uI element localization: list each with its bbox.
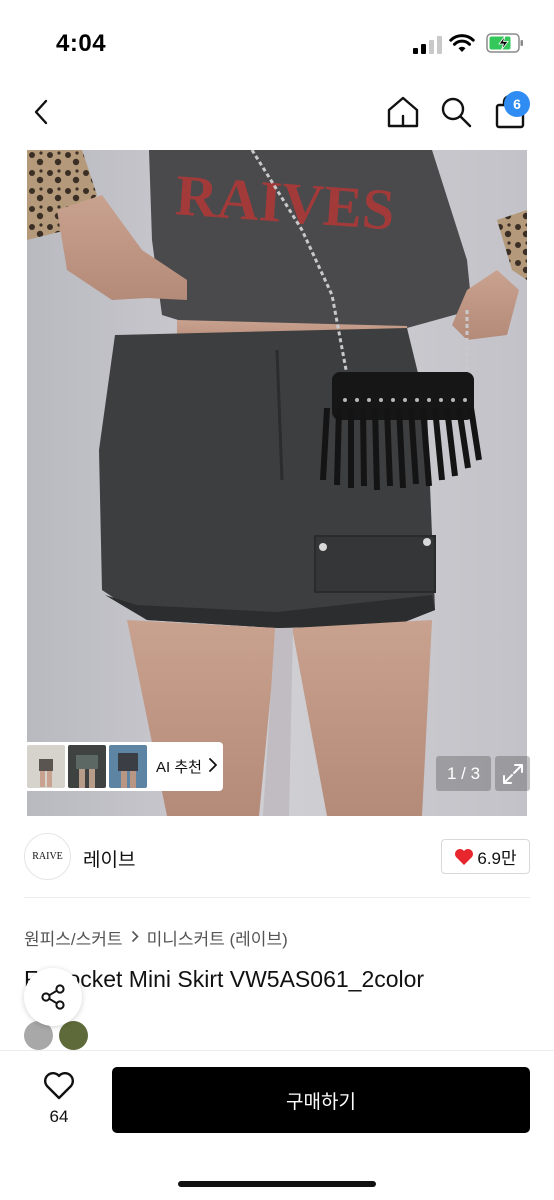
ai-recommend-label: AI 추천 xyxy=(156,759,202,776)
wifi-icon xyxy=(449,34,475,52)
expand-image-button[interactable] xyxy=(495,756,530,791)
product-image[interactable]: RAIVES xyxy=(27,150,527,816)
back-button[interactable] xyxy=(24,94,60,130)
wishlist-count: 64 xyxy=(49,1107,69,1126)
divider xyxy=(24,897,530,898)
brand-like-button[interactable]: 6.9만 xyxy=(441,839,530,874)
product-title: F -Pocket Mini Skirt VW5AS061_2color xyxy=(24,966,425,992)
chevron-left-icon xyxy=(34,99,48,125)
breadcrumb-subcategory[interactable]: 미니스커트 (레이브) xyxy=(147,925,288,950)
share-icon xyxy=(41,984,65,1010)
home-indicator xyxy=(178,1181,376,1187)
chevron-right-icon xyxy=(208,757,218,777)
brand-name[interactable]: 레이브 xyxy=(83,845,135,872)
ai-recommend-thumbnail[interactable] xyxy=(27,745,65,788)
cart-count-badge: 6 xyxy=(504,91,530,117)
brand-row: RAIVE 레이브 6.9만 xyxy=(0,828,554,888)
image-pager: 1 / 3 xyxy=(436,756,491,791)
expand-icon xyxy=(502,763,523,784)
share-button[interactable] xyxy=(24,968,82,1026)
bottom-action-bar: 64 구매하기 xyxy=(0,1050,554,1200)
heart-filled-icon xyxy=(455,848,474,865)
ai-recommend-thumbnail[interactable] xyxy=(68,745,106,788)
cellular-signal-icon xyxy=(413,34,443,54)
product-photo-illustration: RAIVES xyxy=(27,150,527,816)
search-icon xyxy=(441,97,472,128)
status-time: 4:04 xyxy=(56,30,107,57)
heart-outline-icon xyxy=(44,1072,74,1100)
breadcrumb: 원피스/스커트 미니스커트 (레이브) xyxy=(24,925,288,950)
brand-logo[interactable]: RAIVE xyxy=(24,833,71,880)
buy-button[interactable]: 구매하기 xyxy=(112,1067,530,1133)
ai-recommendation-card[interactable]: AI 추천 xyxy=(24,742,223,791)
search-button[interactable] xyxy=(438,94,474,130)
ai-recommend-thumbnail[interactable] xyxy=(109,745,147,788)
color-swatch-khaki[interactable] xyxy=(59,1021,88,1050)
brand-like-count: 6.9만 xyxy=(477,849,517,868)
wishlist-button[interactable]: 64 xyxy=(30,1069,88,1131)
status-bar: 4:04 xyxy=(0,0,554,88)
breadcrumb-category[interactable]: 원피스/스커트 xyxy=(24,925,123,950)
top-navigation xyxy=(0,88,554,148)
chevron-right-icon xyxy=(131,928,139,948)
home-button[interactable] xyxy=(385,94,421,130)
battery-charging-icon xyxy=(486,33,523,53)
home-icon xyxy=(387,96,419,128)
